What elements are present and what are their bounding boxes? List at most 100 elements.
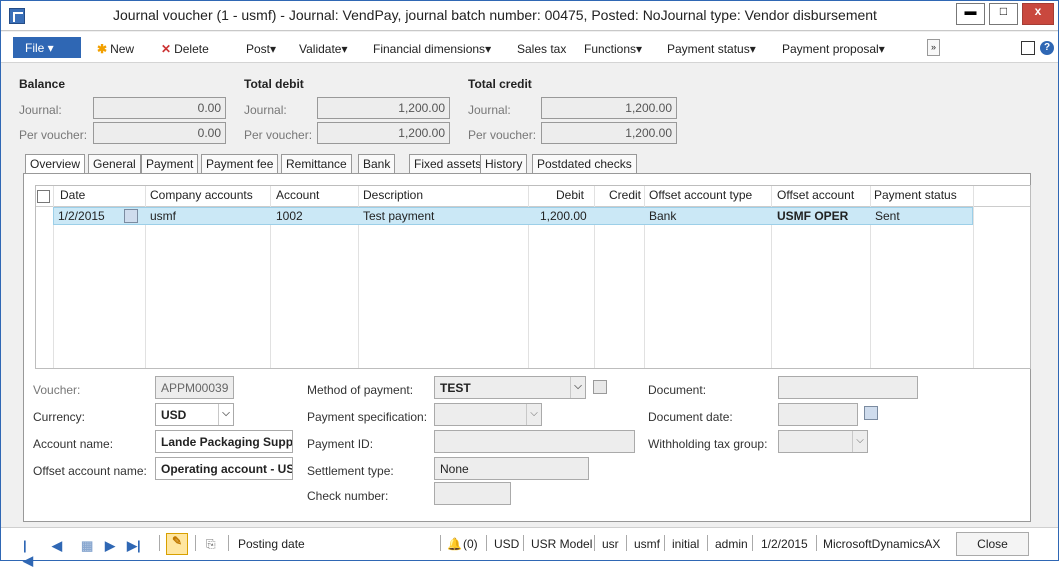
tab-overview[interactable]: Overview xyxy=(25,154,86,174)
tab-postdated-checks[interactable]: Postdated checks xyxy=(532,154,637,173)
sales-tax-button[interactable]: Sales tax xyxy=(517,42,566,56)
post-menu-button[interactable]: Post▾ xyxy=(246,42,276,56)
header-date[interactable]: Date xyxy=(60,188,85,202)
payment-id-field[interactable] xyxy=(434,430,635,453)
header-offset-account-type[interactable]: Offset account type xyxy=(649,188,752,202)
calendar-icon[interactable] xyxy=(864,406,878,420)
notification-bell-icon[interactable]: 🔔 xyxy=(447,537,462,551)
total-credit-journal-label: Journal: xyxy=(468,103,511,117)
grid-column-divider xyxy=(973,186,974,368)
account-name-field[interactable]: Lande Packaging Suppl xyxy=(155,430,293,453)
header-description[interactable]: Description xyxy=(363,188,423,202)
attachment-icon[interactable]: ⎘ xyxy=(206,537,216,552)
new-icon: ✱ xyxy=(97,42,108,56)
check-number-field[interactable] xyxy=(434,482,511,505)
partition-status[interactable]: admin xyxy=(715,537,748,551)
tab-payment[interactable]: Payment xyxy=(141,154,199,173)
session-date-status[interactable]: 1/2/2015 xyxy=(761,537,808,551)
payment-specification-select[interactable]: ⌵ xyxy=(434,403,542,426)
chevron-down-icon[interactable]: ⌵ xyxy=(218,404,233,425)
row-company-accounts[interactable]: usmf xyxy=(150,209,176,223)
payment-specification-label: Payment specification: xyxy=(307,410,428,424)
window-layout-icon[interactable] xyxy=(1021,41,1035,55)
select-all-checkbox[interactable] xyxy=(37,190,50,203)
minimize-button[interactable]: ▬ xyxy=(956,3,985,25)
withholding-tax-group-select[interactable]: ⌵ xyxy=(778,430,868,453)
previous-record-icon[interactable]: ◀ xyxy=(52,538,62,553)
row-offset-account-type[interactable]: Bank xyxy=(649,209,676,223)
grid-view-icon[interactable]: ▦ xyxy=(81,538,93,553)
row-debit[interactable]: 1,200.00 xyxy=(540,209,587,223)
layer-status[interactable]: initial xyxy=(672,537,699,551)
tab-bank[interactable]: Bank xyxy=(358,154,396,173)
row-payment-status[interactable]: Sent xyxy=(875,209,900,223)
separator xyxy=(664,535,665,551)
voucher-field: APPM00039 xyxy=(155,376,234,399)
more-actions-button[interactable]: » xyxy=(927,39,940,56)
financial-dimensions-menu-button[interactable]: Financial dimensions▾ xyxy=(373,42,491,56)
application-icon xyxy=(9,8,25,24)
method-of-payment-select[interactable]: TEST ⌵ xyxy=(434,376,586,399)
help-icon[interactable]: ? xyxy=(1040,41,1054,55)
close-window-button[interactable]: x xyxy=(1022,3,1054,25)
row-offset-account[interactable]: USMF OPER xyxy=(777,209,848,223)
header-company-accounts[interactable]: Company accounts xyxy=(150,188,253,202)
user-status[interactable]: usr xyxy=(602,537,619,551)
model-status[interactable]: USR Model xyxy=(531,537,592,551)
withholding-tax-group-label: Withholding tax group: xyxy=(648,437,768,451)
tab-history[interactable]: History xyxy=(480,154,528,173)
first-record-icon[interactable]: |◀ xyxy=(23,538,33,568)
separator xyxy=(626,535,627,551)
offset-account-name-field[interactable]: Operating account - US xyxy=(155,457,293,480)
new-button[interactable]: ✱ New xyxy=(97,42,134,56)
header-credit[interactable]: Credit xyxy=(609,188,641,202)
total-debit-journal-label: Journal: xyxy=(244,103,287,117)
last-record-icon[interactable]: ▶| xyxy=(127,538,141,553)
document-field[interactable] xyxy=(778,376,918,399)
payment-method-lookup-icon[interactable] xyxy=(593,380,607,394)
table-row[interactable]: 1/2/2015 usmf 1002 Test payment 1,200.00… xyxy=(53,207,973,225)
title-bar: Journal voucher (1 - usmf) - Journal: Ve… xyxy=(1,1,1058,31)
row-description[interactable]: Test payment xyxy=(363,209,434,223)
row-date[interactable]: 1/2/2015 xyxy=(58,209,105,223)
maximize-button[interactable]: □ xyxy=(989,3,1018,25)
settlement-type-field[interactable]: None xyxy=(434,457,589,480)
edit-icon[interactable]: ✎ xyxy=(166,533,188,555)
tab-fixed-assets[interactable]: Fixed assets xyxy=(409,154,487,173)
functions-menu-button[interactable]: Functions▾ xyxy=(584,42,642,56)
payment-proposal-label: Payment proposal xyxy=(782,42,879,56)
chevron-down-icon[interactable]: ⌵ xyxy=(852,431,867,452)
chevron-down-icon[interactable]: ⌵ xyxy=(570,377,585,398)
check-number-label: Check number: xyxy=(307,489,389,503)
next-record-icon[interactable]: ▶ xyxy=(105,538,115,553)
method-of-payment-value: TEST xyxy=(440,381,471,395)
document-date-field[interactable] xyxy=(778,403,858,426)
close-button[interactable]: Close xyxy=(956,532,1029,556)
application-status[interactable]: MicrosoftDynamicsAX xyxy=(823,537,940,551)
balance-journal-label: Journal: xyxy=(19,103,62,117)
header-account[interactable]: Account xyxy=(276,188,319,202)
delete-button[interactable]: ✕ Delete xyxy=(161,42,209,56)
header-offset-account[interactable]: Offset account xyxy=(777,188,854,202)
header-debit[interactable]: Debit xyxy=(556,188,584,202)
currency-select[interactable]: USD ⌵ xyxy=(155,403,234,426)
currency-status[interactable]: USD xyxy=(494,537,519,551)
balance-per-voucher-field: 0.00 xyxy=(93,122,226,144)
posting-date-status: Posting date xyxy=(238,537,305,551)
notification-count[interactable]: (0) xyxy=(463,537,478,551)
financial-dimensions-label: Financial dimensions xyxy=(373,42,486,56)
post-chevron-down-icon: ▾ xyxy=(270,42,277,56)
payment-proposal-menu-button[interactable]: Payment proposal▾ xyxy=(782,42,885,56)
row-account[interactable]: 1002 xyxy=(276,209,303,223)
tab-remittance[interactable]: Remittance xyxy=(281,154,352,173)
chevron-down-icon[interactable]: ⌵ xyxy=(526,404,541,425)
tab-payment-fee[interactable]: Payment fee xyxy=(201,154,279,173)
payment-status-menu-button[interactable]: Payment status▾ xyxy=(667,42,756,56)
tab-general[interactable]: General xyxy=(88,154,141,173)
header-payment-status[interactable]: Payment status xyxy=(874,188,957,202)
validate-menu-button[interactable]: Validate▾ xyxy=(299,42,348,56)
company-status[interactable]: usmf xyxy=(634,537,660,551)
file-menu-button[interactable]: File ▾ xyxy=(13,37,81,58)
validate-label: Validate xyxy=(299,42,342,56)
calendar-icon[interactable] xyxy=(124,209,138,223)
